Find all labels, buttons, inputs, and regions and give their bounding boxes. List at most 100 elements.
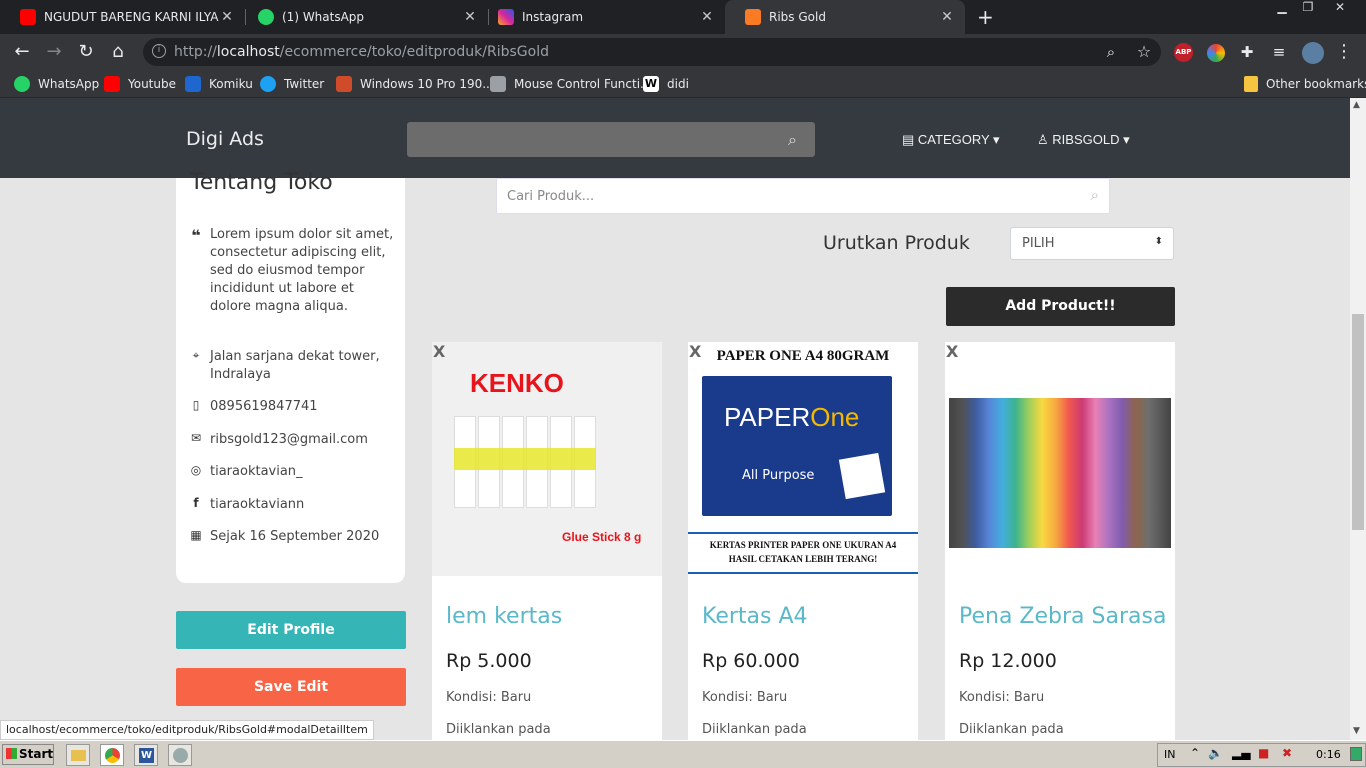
brand-logo[interactable]: Digi Ads	[186, 128, 264, 150]
product-price: Rp 12.000	[959, 650, 1057, 672]
youtube-icon	[104, 76, 120, 92]
bookmark-twitter[interactable]: Twitter	[260, 76, 324, 92]
alert-icon[interactable]: ✖	[1282, 746, 1292, 760]
close-tab-icon[interactable]: ✕	[939, 9, 955, 25]
save-edit-button[interactable]: Save Edit	[176, 668, 406, 706]
security-icon[interactable]: ■	[1258, 746, 1269, 760]
product-listed-date: Diiklankan pada	[446, 722, 551, 737]
close-window-icon[interactable]: ✕	[1326, 0, 1354, 18]
forward-icon[interactable]: →	[44, 42, 64, 62]
minimize-icon[interactable]: ▁	[1268, 0, 1296, 18]
close-tab-icon[interactable]: ✕	[699, 9, 715, 25]
product-card[interactable]: KENKO Glue Stick 8 g X lem kertas Rp 5.0…	[432, 342, 662, 742]
tab-whatsapp[interactable]: (1) WhatsApp ✕	[238, 0, 488, 34]
windows-logo-icon	[6, 748, 17, 759]
product-name[interactable]: lem kertas	[446, 604, 562, 629]
scroll-down-icon[interactable]: ▼	[1353, 726, 1360, 736]
sort-label: Urutkan Produk	[823, 232, 970, 254]
bookmark-mouse-control[interactable]: Mouse Control Functi...	[490, 76, 651, 92]
new-tab-button[interactable]: +	[977, 5, 994, 29]
bookmark-windows[interactable]: Windows 10 Pro 190...	[336, 76, 494, 92]
url-text: http://localhost/ecommerce/toko/editprod…	[174, 44, 549, 60]
delete-product-button[interactable]: X	[433, 342, 445, 361]
store-description: Lorem ipsum dolor sit amet, consectetur …	[210, 227, 394, 314]
product-condition: Kondisi: Baru	[702, 690, 788, 705]
calendar-icon: ▦	[190, 528, 202, 542]
sort-select[interactable]: PILIH ⬍	[1010, 227, 1174, 260]
delete-product-button[interactable]: X	[946, 342, 958, 361]
paper-box-illustration: PAPEROne All Purpose	[702, 376, 892, 516]
close-tab-icon[interactable]: ✕	[219, 9, 235, 25]
extension-color-icon[interactable]	[1207, 44, 1225, 62]
scrollbar-thumb[interactable]	[1352, 314, 1364, 530]
close-tab-icon[interactable]: ✕	[462, 9, 478, 25]
network-icon[interactable]: ▂▄	[1232, 746, 1250, 760]
xampp-icon	[745, 9, 761, 25]
word-taskbar-icon[interactable]: W	[134, 744, 158, 766]
delete-product-button[interactable]: X	[689, 342, 701, 361]
select-arrows-icon: ⬍	[1154, 236, 1163, 247]
product-listed-date: Diiklankan pada	[959, 722, 1064, 737]
info-icon[interactable]: i	[152, 44, 166, 58]
store-since: Sejak 16 September 2020	[210, 529, 380, 544]
folder-icon	[1244, 76, 1258, 92]
product-search-input[interactable]: Cari Produk... ⌕	[496, 178, 1110, 214]
doc-icon	[490, 76, 506, 92]
bookmark-youtube[interactable]: Youtube	[104, 76, 176, 92]
product-image-zebra-pens[interactable]	[945, 342, 1175, 576]
pen-collection-illustration	[949, 398, 1171, 548]
search-icon[interactable]: ⌕	[1091, 186, 1099, 204]
other-bookmarks[interactable]: Other bookmarks	[1244, 76, 1366, 92]
navbar-search-input[interactable]	[407, 122, 815, 157]
volume-icon[interactable]: 🔈	[1208, 746, 1223, 760]
chrome-taskbar-icon[interactable]	[100, 744, 124, 766]
back-icon[interactable]: ←	[12, 42, 32, 62]
app-taskbar-icon[interactable]	[168, 744, 192, 766]
bookmark-komiku[interactable]: Komiku	[185, 76, 253, 92]
scroll-up-icon[interactable]: ▲	[1353, 100, 1360, 110]
bookmark-whatsapp[interactable]: WhatsApp	[14, 76, 99, 92]
tab-youtube[interactable]: NGUDUT BARENG KARNI ILYAS□ ( ✕	[0, 0, 245, 34]
user-dropdown[interactable]: ♙ RIBSGOLD ▾	[1037, 132, 1130, 148]
reload-icon[interactable]: ↻	[76, 42, 96, 62]
menu-kebab-icon[interactable]: ⋮	[1334, 42, 1354, 62]
product-listed-date: Diiklankan pada	[702, 722, 807, 737]
media-control-icon[interactable]: ≡	[1269, 42, 1289, 62]
restore-icon[interactable]: ❐	[1294, 0, 1322, 18]
avatar[interactable]	[1302, 42, 1324, 64]
twitter-icon	[260, 76, 276, 92]
product-image-paper-one[interactable]: PAPER ONE A4 80GRAM PAPEROne All Purpose…	[688, 342, 918, 576]
category-icon: ▤	[902, 132, 918, 147]
adblock-plus-icon[interactable]: ABP	[1174, 43, 1193, 62]
status-url-tooltip: localhost/ecommerce/toko/editproduk/Ribs…	[0, 720, 374, 740]
tray-expand-icon[interactable]: ⌃	[1190, 746, 1200, 760]
phone-icon: ▯	[192, 398, 200, 412]
show-desktop-icon[interactable]	[1350, 747, 1362, 761]
home-icon[interactable]: ⌂	[108, 42, 128, 62]
start-button[interactable]: Start	[2, 744, 54, 765]
product-name[interactable]: Pena Zebra Sarasa	[959, 604, 1166, 629]
edit-profile-button[interactable]: Edit Profile	[176, 611, 406, 649]
category-dropdown[interactable]: ▤ CATEGORY ▾	[902, 132, 1000, 148]
product-image-glue-stick[interactable]: KENKO Glue Stick 8 g	[432, 342, 662, 576]
tab-ribs-gold[interactable]: Ribs Gold ✕	[725, 0, 965, 34]
product-card[interactable]: X Pena Zebra Sarasa Rp 12.000 Kondisi: B…	[945, 342, 1175, 742]
search-icon[interactable]: ⌕	[788, 130, 797, 150]
instagram-icon: ◎	[190, 463, 202, 477]
tab-instagram[interactable]: Instagram ✕	[478, 0, 725, 34]
extensions-puzzle-icon[interactable]: ✚	[1237, 42, 1257, 62]
bookmark-didi[interactable]: Wdidi	[643, 76, 689, 92]
bookmark-star-icon[interactable]: ☆	[1134, 42, 1154, 62]
explorer-taskbar-icon[interactable]	[66, 744, 90, 766]
add-product-button[interactable]: Add Product!!	[946, 287, 1175, 326]
facebook-icon: f	[193, 496, 199, 510]
product-card[interactable]: PAPER ONE A4 80GRAM PAPEROne All Purpose…	[688, 342, 918, 742]
zoom-icon[interactable]: ⌕	[1101, 42, 1121, 62]
glue-stick-illustration	[454, 416, 604, 508]
store-facebook: tiaraoktaviann	[210, 497, 305, 512]
windows-icon	[336, 76, 352, 92]
product-condition: Kondisi: Baru	[446, 690, 532, 705]
product-name[interactable]: Kertas A4	[702, 604, 808, 629]
youtube-icon	[20, 9, 36, 25]
komiku-icon	[185, 76, 201, 92]
